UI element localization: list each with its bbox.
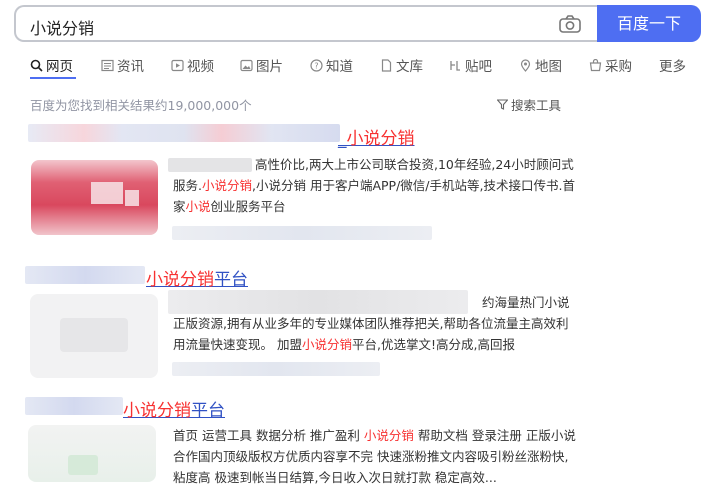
snippet-text: 合作国内顶级版权方优质内容享不完 快速涨粉推文内容吸引粉丝涨粉快, [173, 449, 569, 464]
result-snippet-line: 正版资源,拥有从业多年的专业媒体团队推荐把关,帮助各位流量主高效利 [173, 313, 568, 334]
snippet-text: 正版资源,拥有从业多年的专业媒体团队推荐把关,帮助各位流量主高效利 [173, 316, 569, 331]
shop-icon [589, 58, 602, 71]
snippet-text: 创业服务平台 [210, 199, 286, 214]
result-snippet-line: 合作国内顶级版权方优质内容享不完 快速涨粉推文内容吸引粉丝涨粉快, [173, 446, 568, 467]
result-thumbnail[interactable] [31, 160, 158, 235]
result-thumbnail[interactable] [30, 294, 158, 378]
result-count: 百度为您找到相关结果约19,000,000个 [30, 98, 252, 113]
highlight-text: 小说 [185, 199, 211, 214]
highlight-text: 小说分销 [301, 337, 352, 352]
tab-label: 贴吧 [465, 59, 492, 75]
result-title-link[interactable]: _小说分销 [338, 124, 415, 149]
search-button[interactable]: 百度一下 [597, 5, 701, 42]
tab-web[interactable]: 网页 [30, 55, 73, 75]
tab-label: 视频 [187, 59, 214, 75]
title-highlight: 小说分销 [123, 401, 191, 421]
highlight-text: 小说分销 [201, 178, 252, 193]
result-snippet-line: 高性价比,两大上市公司联合投资,10年经验,24小时顾问式 [255, 154, 574, 175]
result-title-link[interactable]: 小说分销平台 [123, 396, 225, 421]
question-icon: ? [310, 58, 323, 72]
blurred-text [168, 290, 468, 314]
blurred-title [28, 124, 340, 142]
blurred-url [172, 226, 432, 240]
blurred-title [25, 266, 145, 284]
result-thumbnail[interactable] [28, 425, 156, 482]
snippet-text: 约海量热门小说 [482, 295, 570, 310]
title-highlight: 小说分销 [146, 270, 214, 290]
search-box[interactable]: 小说分销 [14, 5, 597, 42]
tab-images[interactable]: 图片 [240, 55, 283, 75]
snippet-text: 粘度高 极速到帐当日结算,今日收入次日就打款 稳定高效... [173, 470, 497, 485]
snippet-text: 服务. [173, 178, 202, 193]
result-snippet-line: 服务.小说分销,小说分销 用于客户端APP/微信/手机站等,技术接口传书.首 [173, 175, 575, 196]
snippet-text: 高性价比,两大上市公司联合投资,10年经验,24小时顾问式 [255, 157, 574, 172]
filter-label: 搜索工具 [511, 98, 562, 113]
tab-zhidao[interactable]: ? 知道 [310, 55, 353, 75]
tab-map[interactable]: 地图 [519, 55, 562, 75]
blurred-title [25, 397, 123, 415]
video-icon [171, 59, 184, 71]
result-snippet-line: 约海量热门小说 [482, 292, 570, 313]
blurred-url [172, 362, 380, 376]
result-title-link[interactable]: 小说分销平台 [146, 265, 248, 290]
map-pin-icon [520, 58, 531, 72]
tab-label: 网页 [46, 59, 73, 75]
active-tab-indicator [30, 77, 76, 79]
result-snippet-line: 用流量快速变现。 加盟小说分销平台,优选掌文!高分成,高回报 [173, 334, 515, 355]
image-icon [240, 59, 253, 71]
snippet-text: 帮助文档 登录注册 正版小说 [413, 428, 576, 443]
blurred-text [168, 158, 252, 172]
title-highlight: 小说分销 [346, 129, 415, 149]
title-suffix: 平台 [191, 401, 225, 421]
tab-tieba[interactable]: 贴吧 [449, 55, 492, 75]
tab-more[interactable]: 更多 [659, 55, 686, 75]
tab-purchase[interactable]: 采购 [589, 55, 632, 75]
result-snippet-line: 家小说创业服务平台 [173, 196, 286, 217]
snippet-text: 家 [173, 199, 186, 214]
tab-label: 知道 [326, 59, 353, 75]
result-snippet-line: 首页 运营工具 数据分析 推广盈利 小说分销 帮助文档 登录注册 正版小说 [173, 425, 576, 446]
title-suffix: 平台 [214, 270, 248, 290]
tab-wenku[interactable]: 文库 [380, 55, 423, 75]
tab-label: 文库 [396, 59, 423, 75]
highlight-text: 小说分销 [363, 428, 414, 443]
title-prefix: _ [338, 129, 347, 149]
search-input[interactable]: 小说分销 [30, 15, 94, 39]
tieba-icon [450, 60, 460, 71]
news-icon [101, 59, 114, 71]
snippet-text: 用流量快速变现。 加盟 [173, 337, 302, 352]
result-snippet-line: 粘度高 极速到帐当日结算,今日收入次日就打款 稳定高效... [173, 467, 497, 488]
search-tabs: 网页 资讯 视频 图片 ? 知道 文库 贴吧 地图 采购 更多 [0, 55, 701, 79]
snippet-text: 平台,优选掌文!高分成,高回报 [352, 337, 515, 352]
search-tools-button[interactable]: 搜索工具 [497, 95, 561, 114]
tab-label: 资讯 [117, 59, 144, 75]
filter-icon [497, 99, 508, 110]
document-icon [381, 58, 392, 72]
tab-label: 更多 [659, 59, 686, 75]
svg-text:?: ? [314, 61, 318, 70]
snippet-text: ,小说分销 用于客户端APP/微信/手机站等,技术接口传书.首 [252, 178, 575, 193]
tab-label: 地图 [535, 59, 562, 75]
camera-icon[interactable] [559, 15, 581, 33]
tab-news[interactable]: 资讯 [101, 55, 144, 75]
tab-label: 采购 [605, 59, 632, 75]
tab-video[interactable]: 视频 [171, 55, 214, 75]
search-icon [30, 59, 43, 72]
snippet-text: 首页 运营工具 数据分析 推广盈利 [173, 428, 364, 443]
tab-label: 图片 [256, 59, 283, 75]
